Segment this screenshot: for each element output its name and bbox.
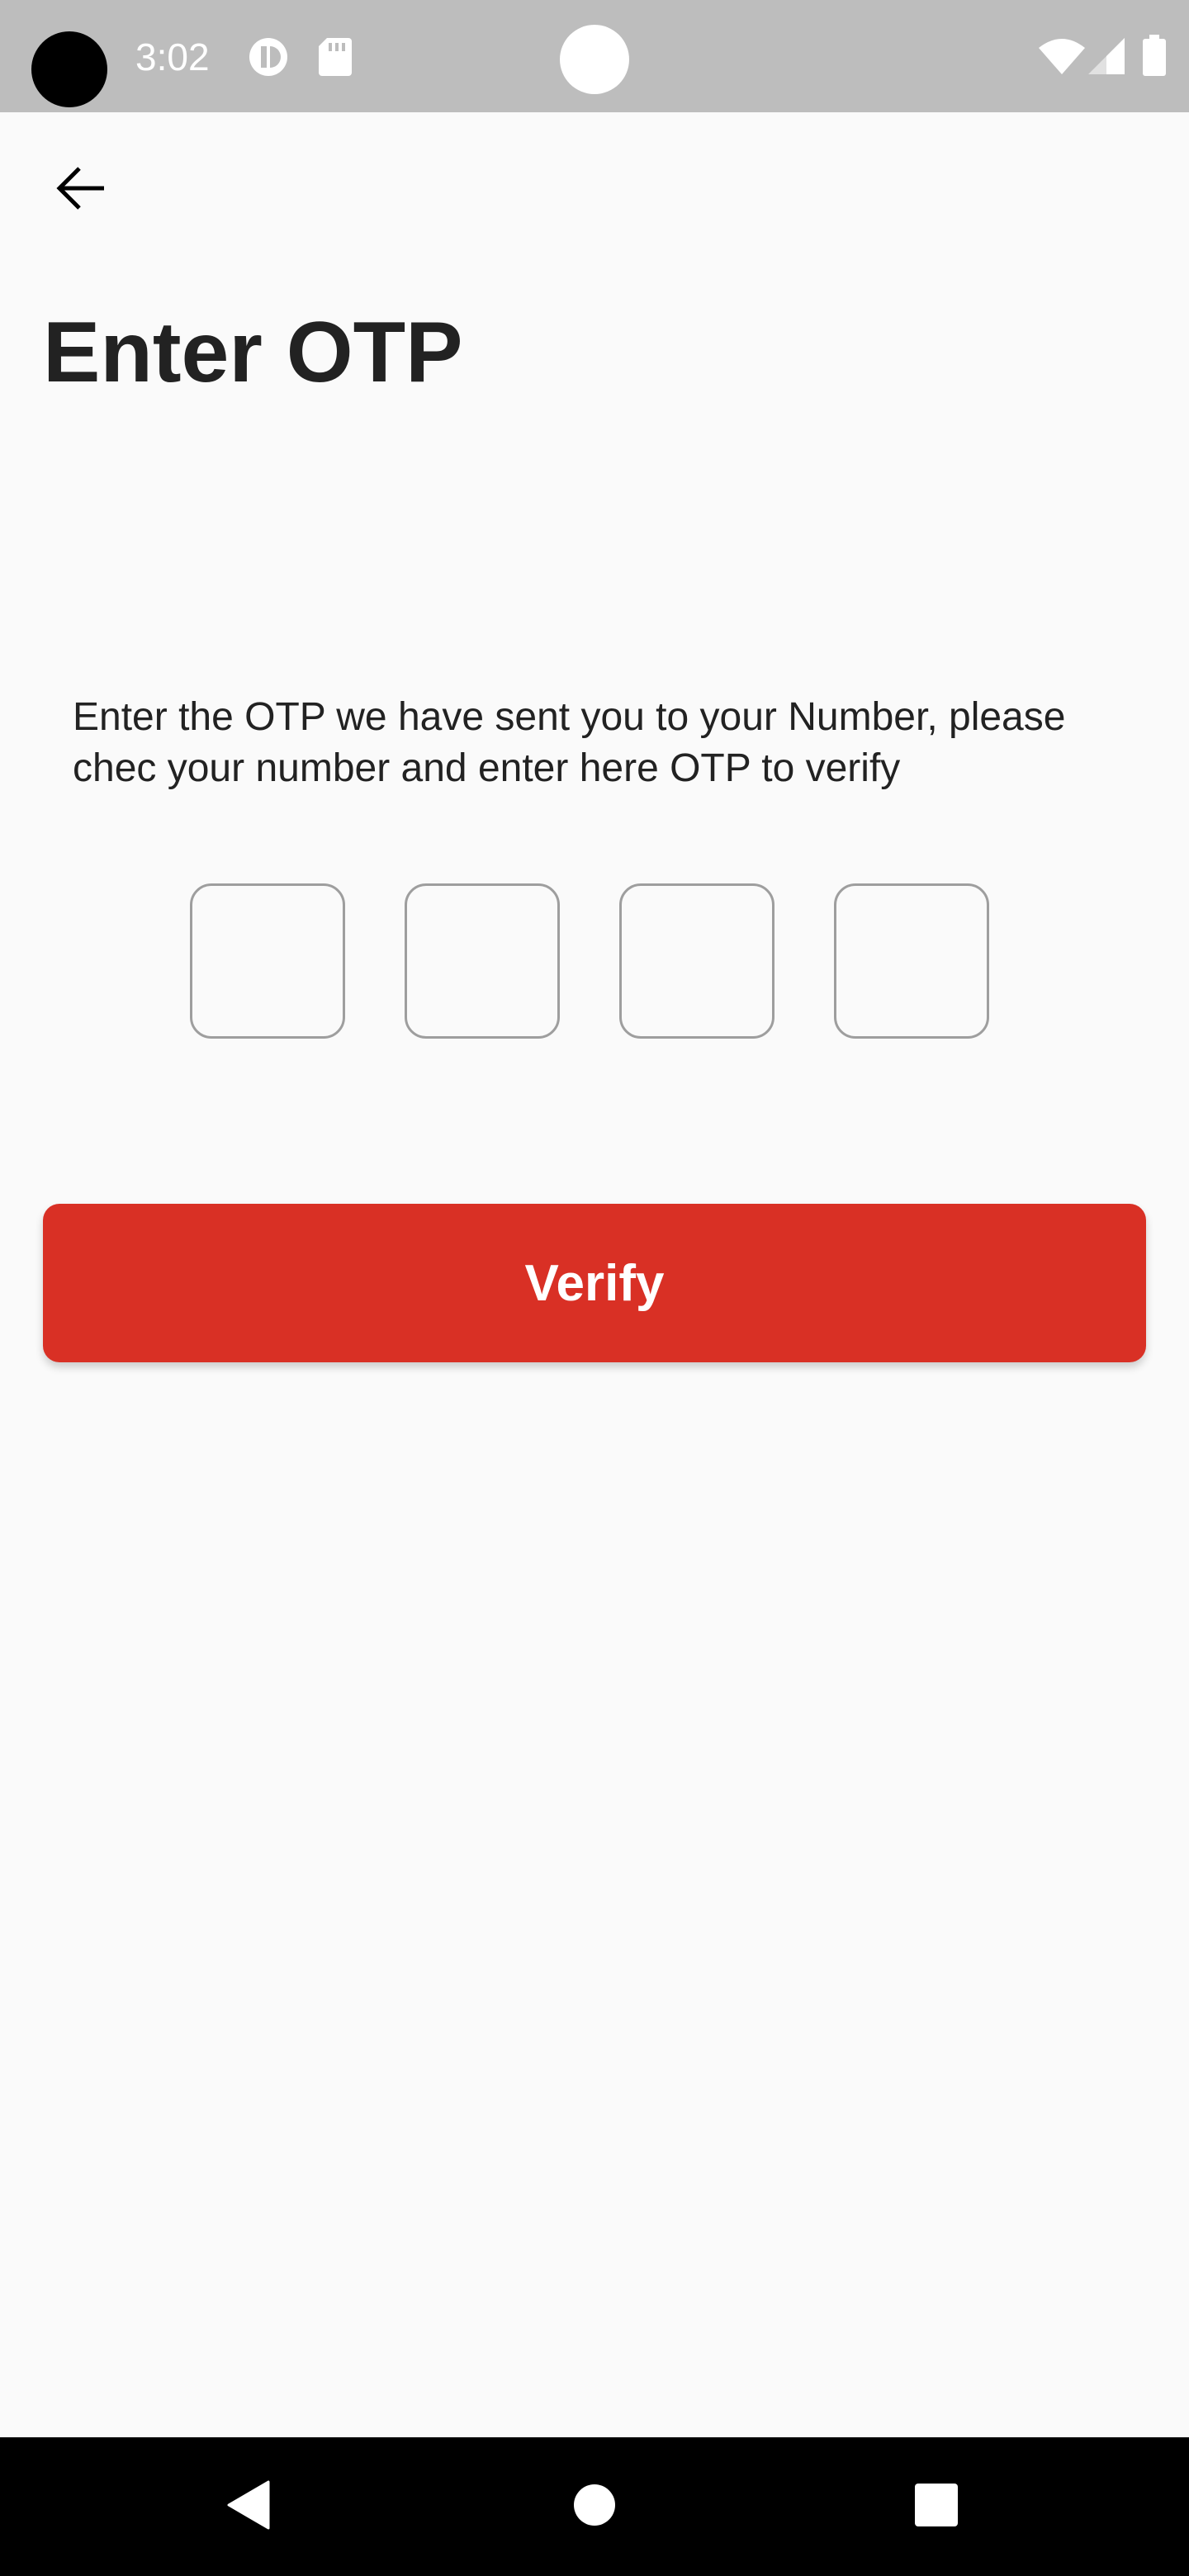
- back-button[interactable]: [40, 149, 122, 231]
- front-camera: [560, 25, 629, 94]
- wifi-icon: [1039, 38, 1085, 78]
- system-nav-bar: [0, 2437, 1189, 2576]
- nav-home-button[interactable]: [520, 2437, 669, 2576]
- page-title: Enter OTP: [43, 305, 463, 400]
- back-triangle-icon: [225, 2480, 270, 2534]
- camera-cutout: [31, 31, 107, 107]
- otp-input-group: [190, 883, 989, 1039]
- battery-icon: [1143, 35, 1166, 80]
- signal-icon: [1088, 38, 1125, 78]
- home-circle-icon: [573, 2484, 616, 2531]
- arrow-left-icon: [54, 162, 107, 219]
- sd-card-icon: [319, 38, 352, 80]
- recents-square-icon: [914, 2483, 959, 2531]
- otp-instructions: Enter the OTP we have sent you to your N…: [73, 695, 1066, 790]
- otp-digit-2[interactable]: [405, 883, 560, 1039]
- nav-back-button[interactable]: [173, 2437, 322, 2576]
- nav-recents-button[interactable]: [862, 2437, 1011, 2576]
- data-saver-icon: [248, 36, 289, 82]
- verify-button[interactable]: Verify: [43, 1204, 1146, 1362]
- otp-digit-4[interactable]: [834, 883, 989, 1039]
- status-bar: 3:02: [0, 0, 1189, 112]
- status-time: 3:02: [135, 36, 210, 78]
- otp-digit-1[interactable]: [190, 883, 345, 1039]
- otp-digit-3[interactable]: [619, 883, 775, 1039]
